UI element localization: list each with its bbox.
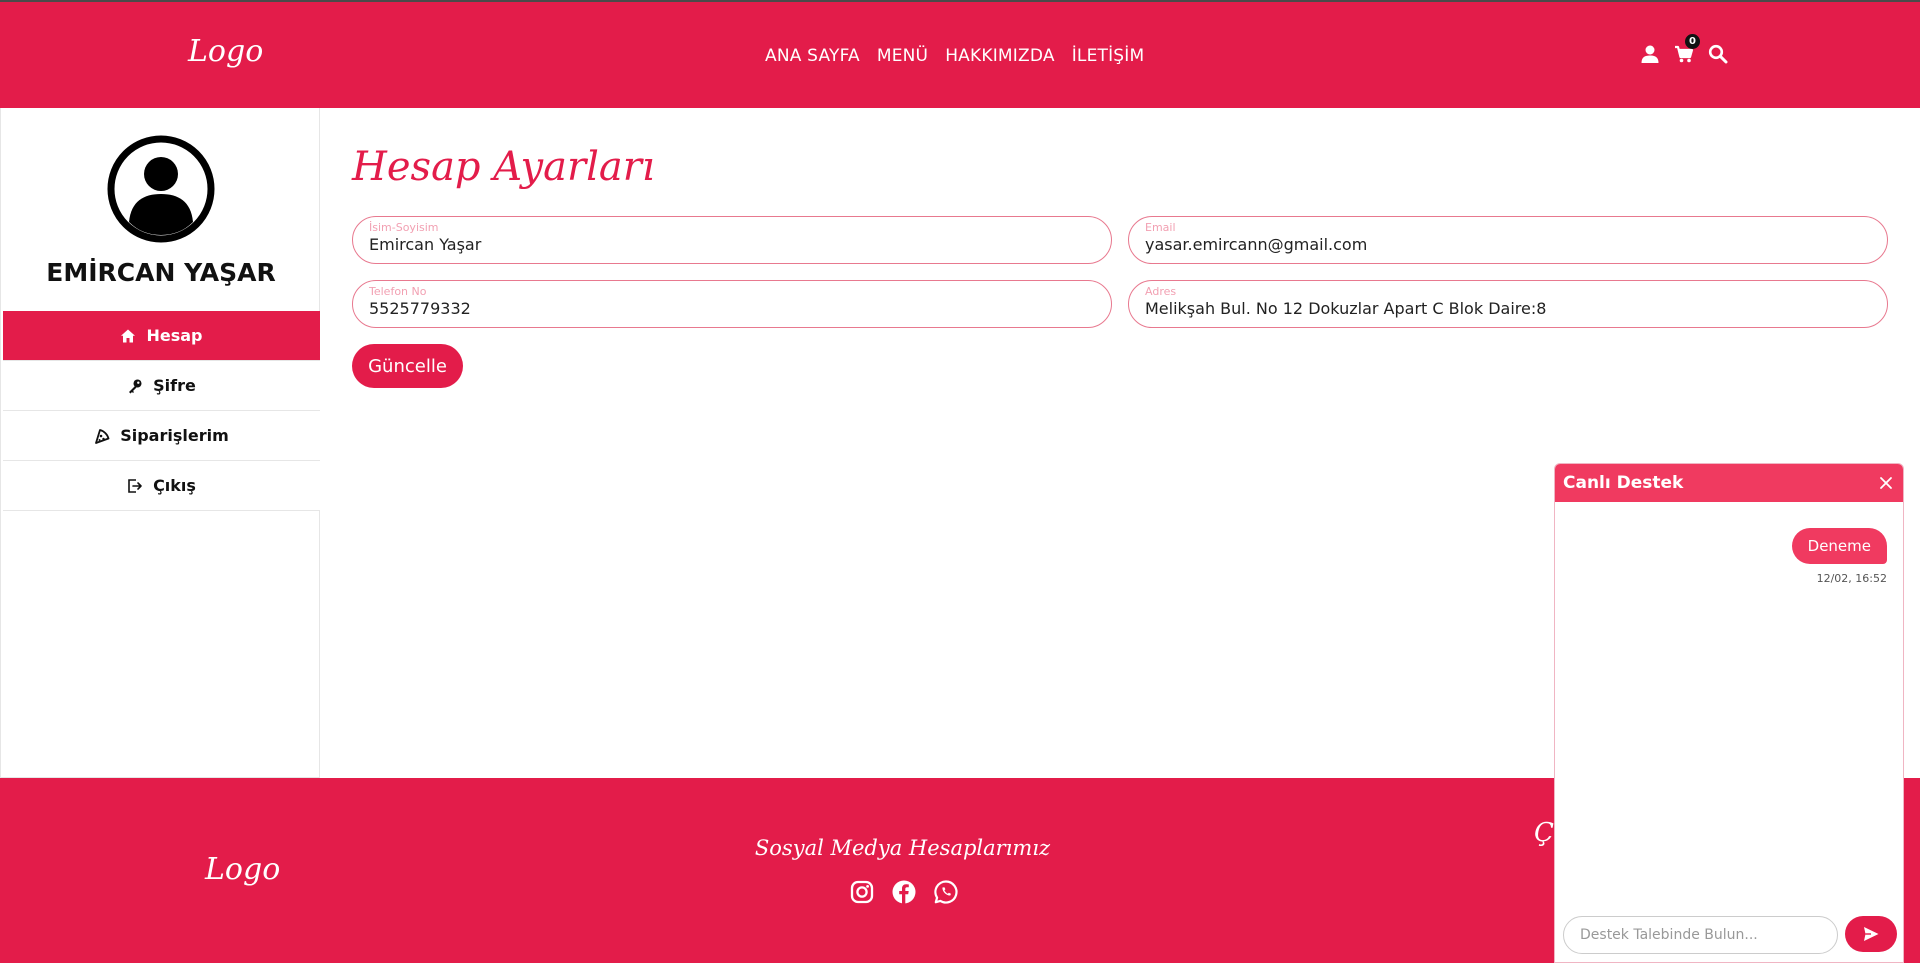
sidebar-item-label: Hesap <box>146 326 203 345</box>
home-icon <box>121 329 136 342</box>
sidebar-item-account[interactable]: Hesap <box>3 311 320 361</box>
live-support-chat: Canlı Destek Deneme 12/02, 16:52 <box>1554 463 1904 963</box>
sidebar-item-password[interactable]: Şifre <box>3 361 320 411</box>
chat-header: Canlı Destek <box>1555 464 1903 502</box>
email-field[interactable]: Email yasar.emircann@gmail.com <box>1128 216 1888 264</box>
user-icon[interactable] <box>1640 44 1660 64</box>
name-field[interactable]: İsim-Soyisim Emircan Yaşar <box>352 216 1112 264</box>
account-sidebar: EMİRCAN YAŞAR Hesap Şifre Siparişlerim Ç… <box>0 108 320 778</box>
header-logo[interactable]: Logo <box>188 34 263 69</box>
update-button[interactable]: Güncelle <box>352 344 463 388</box>
search-icon[interactable] <box>1708 44 1728 64</box>
name-field-label: İsim-Soyisim <box>369 221 439 234</box>
social-icons <box>849 879 959 905</box>
avatar <box>106 134 216 244</box>
main-nav: ANA SAYFA MENÜ HAKKIMIZDA İLETİŞİM <box>765 46 1144 66</box>
name-field-value: Emircan Yaşar <box>369 235 482 254</box>
whatsapp-icon[interactable] <box>933 879 959 905</box>
nav-menu[interactable]: MENÜ <box>877 46 928 66</box>
chat-message-time: 12/02, 16:52 <box>1816 572 1887 585</box>
close-icon[interactable] <box>1879 473 1893 493</box>
sidebar-item-orders[interactable]: Siparişlerim <box>3 411 320 461</box>
phone-field-label: Telefon No <box>369 285 427 298</box>
sidebar-item-label: Çıkış <box>153 476 196 495</box>
nav-contact[interactable]: İLETİŞİM <box>1072 46 1145 66</box>
page-title: Hesap Ayarları <box>352 144 655 190</box>
header-icons: 0 <box>1640 34 1728 64</box>
chat-message: Deneme <box>1791 528 1887 564</box>
facebook-icon[interactable] <box>891 879 917 905</box>
email-field-label: Email <box>1145 221 1176 234</box>
cart-count-badge: 0 <box>1685 34 1700 49</box>
sidebar-item-logout[interactable]: Çıkış <box>3 461 320 511</box>
phone-field-value: 5525779332 <box>369 299 471 318</box>
address-field[interactable]: Adres Melikşah Bul. No 12 Dokuzlar Apart… <box>1128 280 1888 328</box>
key-icon <box>129 379 142 393</box>
footer-partial-heading: Ç <box>1534 818 1554 848</box>
profile-name: EMİRCAN YAŞAR <box>46 258 276 287</box>
sidebar-item-label: Siparişlerim <box>120 426 229 445</box>
sidebar-item-label: Şifre <box>153 376 196 395</box>
logout-icon <box>128 478 142 493</box>
address-field-value: Melikşah Bul. No 12 Dokuzlar Apart C Blo… <box>1145 299 1547 318</box>
chat-input[interactable] <box>1563 916 1838 954</box>
email-field-value: yasar.emircann@gmail.com <box>1145 235 1368 254</box>
pizza-icon <box>95 428 110 444</box>
cart-icon[interactable]: 0 <box>1674 34 1700 64</box>
phone-field[interactable]: Telefon No 5525779332 <box>352 280 1112 328</box>
send-icon <box>1864 927 1879 941</box>
account-menu: Hesap Şifre Siparişlerim Çıkış <box>3 311 320 511</box>
instagram-icon[interactable] <box>849 879 875 905</box>
address-field-label: Adres <box>1145 285 1177 298</box>
nav-home[interactable]: ANA SAYFA <box>765 46 860 66</box>
site-header: Logo ANA SAYFA MENÜ HAKKIMIZDA İLETİŞİM … <box>0 2 1920 108</box>
chat-title: Canlı Destek <box>1563 473 1684 493</box>
send-button[interactable] <box>1845 916 1897 952</box>
nav-about[interactable]: HAKKIMIZDA <box>945 46 1054 66</box>
